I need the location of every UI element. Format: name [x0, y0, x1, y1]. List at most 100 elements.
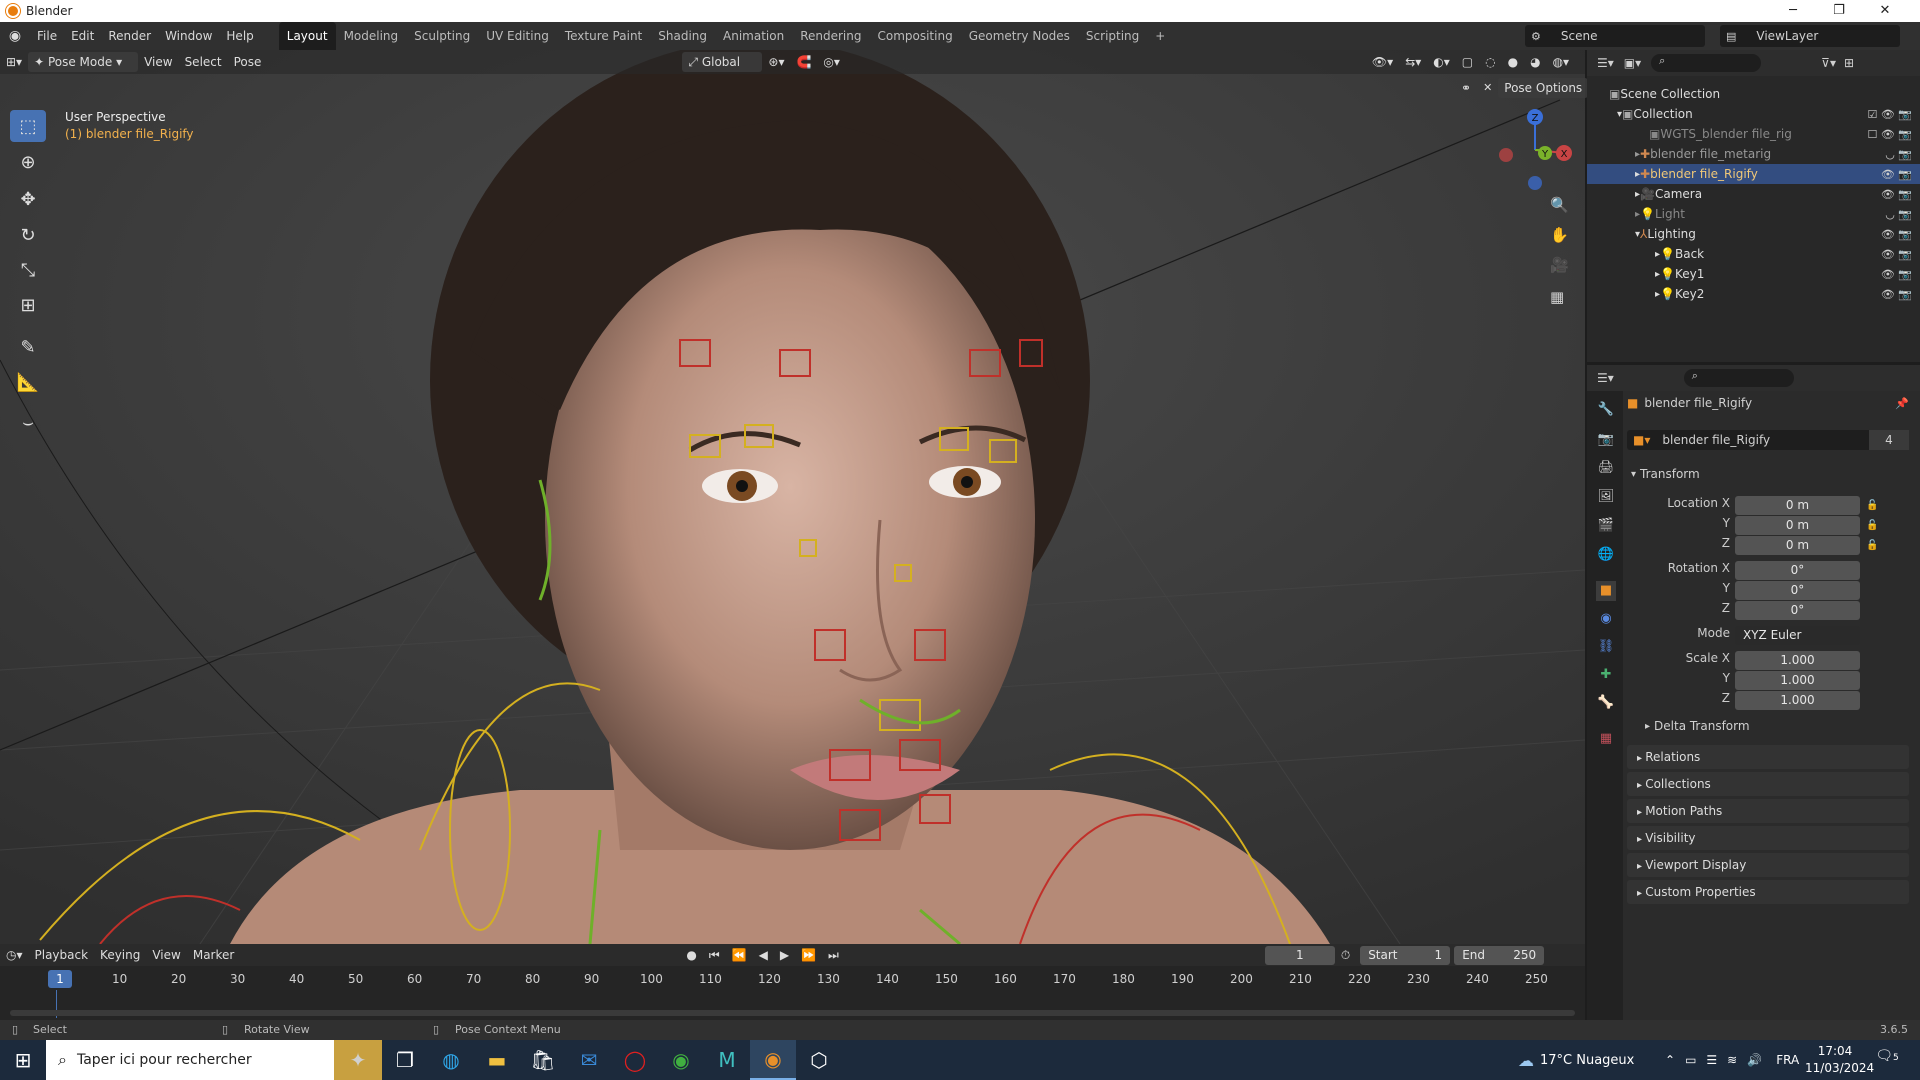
lock-icons[interactable]: 🔓 🔓 🔓	[1866, 496, 1878, 556]
tab-animation[interactable]: Animation	[715, 22, 792, 50]
visibility-icon[interactable]: 👁▾	[1366, 52, 1399, 72]
move-tool-icon[interactable]: ✥	[10, 183, 46, 215]
timeline-menu-keying[interactable]: Keying	[94, 945, 146, 965]
outliner-row-camera[interactable]: ▸ 🎥 Camera 👁 📷	[1587, 184, 1920, 204]
end-frame-field[interactable]: End 250	[1454, 945, 1545, 965]
menu-render[interactable]: Render	[101, 22, 158, 50]
mode-dropdown[interactable]: ✦ Pose Mode ▾	[28, 52, 139, 72]
viewport-menu-view[interactable]: View	[138, 52, 178, 72]
orientation-dropdown[interactable]: ⤢ Global	[682, 52, 763, 72]
timeline-ruler[interactable]: 1 10 20 30 40 50 60 70 80 90 100 110 120…	[8, 970, 1578, 992]
texture-tab-icon[interactable]: ▦	[1596, 729, 1616, 749]
relations-panel-header[interactable]: ▸ Relations	[1627, 745, 1909, 769]
object-datablock-field[interactable]: ■▾ blender file_Rigify 4	[1627, 430, 1909, 450]
tab-sculpting[interactable]: Sculpting	[406, 22, 478, 50]
snap-icon[interactable]: 🧲	[790, 52, 817, 72]
add-workspace-button[interactable]: +	[1147, 22, 1173, 50]
row-visibility-icons[interactable]: 👁 📷	[1881, 288, 1912, 301]
outliner-row-light[interactable]: ▸ 💡 Light ◡ 📷	[1587, 204, 1920, 224]
scale-z-field[interactable]: 1.000	[1735, 691, 1860, 710]
outliner-row-metarig[interactable]: ▸ ✚ blender file_metarig ◡ 📷	[1587, 144, 1920, 164]
viewport-menu-pose[interactable]: Pose	[228, 52, 268, 72]
location-z-field[interactable]: 0 m	[1735, 536, 1860, 555]
tool-tab-icon[interactable]: 🔧	[1596, 400, 1616, 420]
file-explorer-icon[interactable]: ▬	[474, 1040, 520, 1080]
shading-rendered-icon[interactable]: ◍▾	[1547, 52, 1576, 72]
opera-icon[interactable]: ◯	[612, 1040, 658, 1080]
outliner-row-wgts[interactable]: ▣ WGTS_blender file_rig ☐ 👁 📷	[1587, 124, 1920, 144]
scale-y-field[interactable]: 1.000	[1735, 671, 1860, 690]
timeline-editor-icon[interactable]: ◷▾	[0, 945, 29, 965]
measure-tool-icon[interactable]: 📐	[10, 366, 46, 398]
transform-tool-icon[interactable]: ⊞	[10, 289, 46, 321]
row-visibility-icons[interactable]: 👁 📷	[1881, 248, 1912, 261]
taskbar-search-box[interactable]: ⌕ Taper ici pour rechercher	[46, 1040, 334, 1080]
transform-panel-header[interactable]: ▾ Transform	[1627, 463, 1909, 485]
xray-icon[interactable]: ▢	[1456, 52, 1479, 72]
rotation-mode-dropdown[interactable]: XYZ Euler	[1735, 626, 1860, 645]
rotation-z-field[interactable]: 0°	[1735, 601, 1860, 620]
row-visibility-icons[interactable]: ◡ 📷	[1885, 148, 1912, 161]
blender-menu-icon[interactable]: ◉	[0, 28, 30, 44]
row-visibility-icons[interactable]: ☑ 👁 📷	[1867, 108, 1912, 121]
pivot-icon[interactable]: ⊛▾	[762, 52, 790, 72]
gizmo-toggle-icon[interactable]: ⇆▾	[1399, 52, 1427, 72]
rotation-x-field[interactable]: 0°	[1735, 561, 1860, 580]
pin-icon[interactable]: 📌	[1895, 397, 1909, 410]
store-icon[interactable]: 🛍	[520, 1040, 566, 1080]
tab-rendering[interactable]: Rendering	[792, 22, 869, 50]
custom-properties-panel-header[interactable]: ▸ Custom Properties	[1627, 880, 1909, 904]
tray-language[interactable]: FRA	[1776, 1053, 1799, 1067]
mail-icon[interactable]: ✉	[566, 1040, 612, 1080]
navigation-gizmo[interactable]: Z Y X	[1490, 105, 1580, 195]
view-layer-selector[interactable]: ▤ ViewLayer	[1720, 25, 1900, 47]
outliner-row-back[interactable]: ▸ 💡 Back 👁 📷	[1587, 244, 1920, 264]
tab-shading[interactable]: Shading	[650, 22, 715, 50]
play-icon[interactable]: ▶	[774, 945, 795, 965]
menu-edit[interactable]: Edit	[64, 22, 101, 50]
visibility-panel-header[interactable]: ▸ Visibility	[1627, 826, 1909, 850]
tray-wifi-icon[interactable]: ≋	[1727, 1053, 1737, 1067]
tab-geometry-nodes[interactable]: Geometry Nodes	[961, 22, 1078, 50]
outliner-row-lighting[interactable]: ▾ ⅄ Lighting 👁 📷	[1587, 224, 1920, 244]
viewport-menu-select[interactable]: Select	[179, 52, 228, 72]
properties-search-input[interactable]: ⌕	[1683, 369, 1794, 387]
row-visibility-icons[interactable]: 👁 📷	[1881, 268, 1912, 281]
mirror-x-icon[interactable]: ✕	[1477, 78, 1498, 98]
proportional-icon[interactable]: ◎▾	[817, 52, 846, 72]
ortho-grid-icon[interactable]: ▦	[1550, 288, 1564, 306]
outliner-row-collection[interactable]: ▾ ▣ Collection ☑ 👁 📷	[1587, 104, 1920, 124]
outliner-row-scene-collection[interactable]: ▣ Scene Collection	[1587, 84, 1920, 104]
annotate-tool-icon[interactable]: ✎	[10, 331, 46, 363]
bone-option-icon[interactable]: ⚭	[1455, 78, 1477, 98]
playhead[interactable]: 1	[48, 970, 72, 988]
close-button[interactable]: ✕	[1862, 0, 1908, 22]
minimize-button[interactable]: ─	[1770, 0, 1816, 22]
properties-editor-icon[interactable]: ☰▾	[1597, 371, 1614, 385]
relax-pose-tool-icon[interactable]: ⌣	[10, 406, 46, 438]
collections-panel-header[interactable]: ▸ Collections	[1627, 772, 1909, 796]
motion-paths-panel-header[interactable]: ▸ Motion Paths	[1627, 799, 1909, 823]
menu-window[interactable]: Window	[158, 22, 219, 50]
task-view-icon[interactable]: ❐	[382, 1040, 428, 1080]
outliner-editor-icon[interactable]: ☰▾	[1597, 56, 1614, 70]
row-visibility-icons[interactable]: 👁 📷	[1881, 168, 1912, 181]
current-frame-field[interactable]: 1	[1264, 945, 1335, 965]
tray-chevron-icon[interactable]: ⌃	[1665, 1053, 1675, 1067]
jump-end-icon[interactable]: ⏭	[822, 945, 845, 965]
display-mode-icon[interactable]: ▣▾	[1624, 56, 1641, 70]
tray-volume-icon[interactable]: 🔊	[1747, 1053, 1762, 1067]
tab-layout[interactable]: Layout	[278, 22, 336, 50]
tray-device-icon[interactable]: ▭	[1685, 1053, 1696, 1067]
pan-hand-icon[interactable]: ✋	[1550, 226, 1569, 244]
play-reverse-icon[interactable]: ◀	[753, 945, 774, 965]
location-x-field[interactable]: 0 m	[1735, 496, 1860, 515]
scale-x-field[interactable]: 1.000	[1735, 651, 1860, 670]
viewport-display-panel-header[interactable]: ▸ Viewport Display	[1627, 853, 1909, 877]
scene-selector[interactable]: ⚙ Scene	[1525, 25, 1705, 47]
pose-options-dropdown[interactable]: Pose Options	[1498, 78, 1589, 98]
tab-texture-paint[interactable]: Texture Paint	[557, 22, 650, 50]
overlay-toggle-icon[interactable]: ◐▾	[1427, 52, 1456, 72]
tab-compositing[interactable]: Compositing	[869, 22, 960, 50]
row-visibility-icons[interactable]: ☐ 👁 📷	[1867, 128, 1912, 141]
